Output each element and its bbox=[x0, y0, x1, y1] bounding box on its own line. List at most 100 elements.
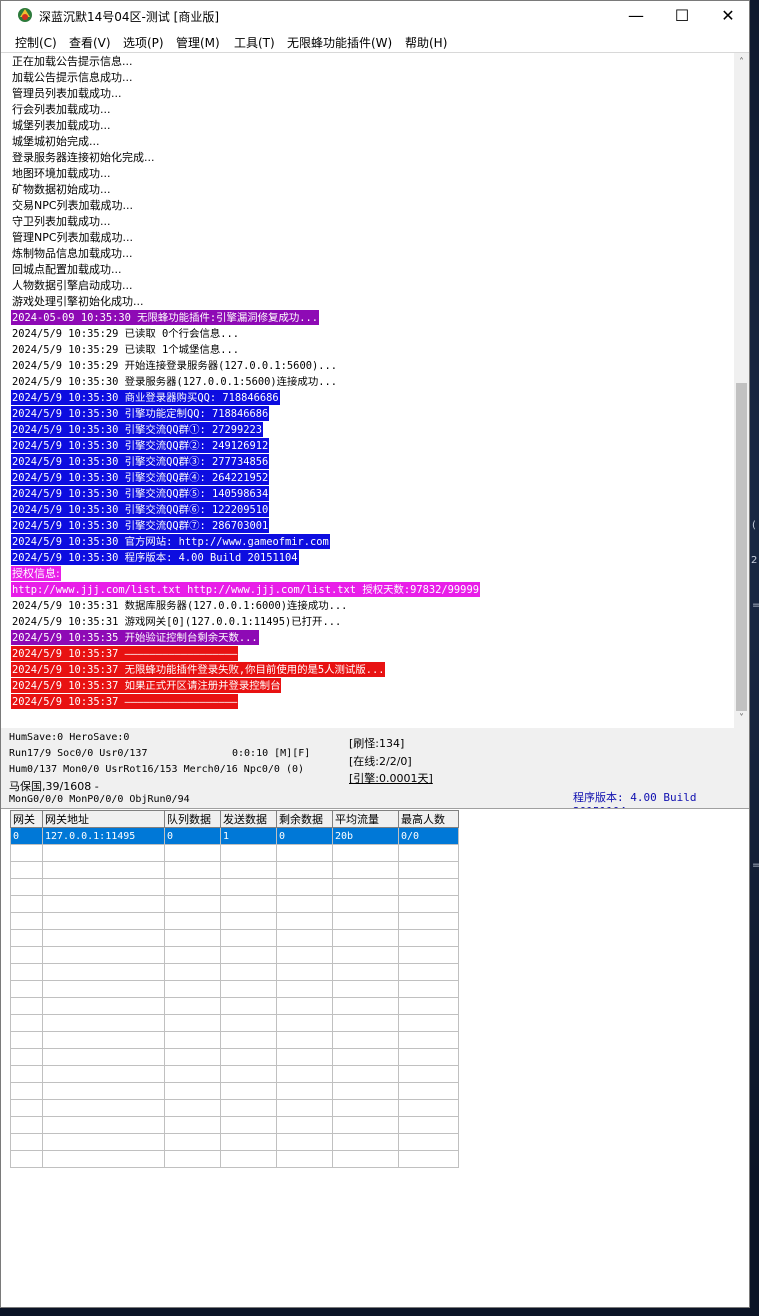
table-row[interactable] bbox=[10, 861, 459, 879]
log-line: 管理NPC列表加载成功... bbox=[12, 231, 134, 244]
table-cell bbox=[10, 844, 43, 862]
table-cell bbox=[220, 946, 277, 964]
table-row[interactable] bbox=[10, 1065, 459, 1083]
menu-control[interactable]: 控制(C) bbox=[15, 34, 57, 51]
menu-options[interactable]: 选项(P) bbox=[123, 34, 164, 51]
table-row[interactable] bbox=[10, 1150, 459, 1168]
log-line: 2024/5/9 10:35:29 已读取 0个行会信息... bbox=[12, 328, 240, 340]
table-cell bbox=[164, 1116, 221, 1134]
gateway-table-area: 网关 网关地址 队列数据 发送数据 剩余数据 平均流量 最高人数 0 127.0.0.1:11… bbox=[1, 808, 749, 1307]
menu-help[interactable]: 帮助(H) bbox=[405, 34, 447, 51]
log-line: 交易NPC列表加载成功... bbox=[12, 199, 134, 212]
table-cell bbox=[332, 997, 399, 1015]
table-row[interactable] bbox=[10, 895, 459, 913]
table-cell bbox=[220, 1014, 277, 1032]
table-row[interactable] bbox=[10, 1116, 459, 1134]
log-line: 2024-05-09 10:35:30 无限蜂功能插件:引擎漏洞修复成功... bbox=[11, 310, 319, 325]
table-cell bbox=[398, 1133, 459, 1151]
menu-view[interactable]: 查看(V) bbox=[69, 34, 111, 51]
log-line: 城堡列表加载成功... bbox=[12, 119, 111, 132]
table-cell bbox=[276, 861, 333, 879]
table-row[interactable] bbox=[10, 980, 459, 998]
table-cell bbox=[42, 895, 165, 913]
column-header[interactable]: 剩余数据 bbox=[276, 810, 333, 828]
table-row[interactable] bbox=[10, 1082, 459, 1100]
close-button[interactable]: ✕ bbox=[705, 1, 749, 31]
column-header[interactable]: 平均流量 bbox=[332, 810, 399, 828]
table-cell bbox=[42, 1031, 165, 1049]
table-cell bbox=[398, 1082, 459, 1100]
log-line: 2024/5/9 10:35:30 引擎交流QQ群③: 277734856 bbox=[11, 454, 270, 469]
log-line: 正在加载公告提示信息... bbox=[12, 55, 133, 68]
table-row[interactable] bbox=[10, 1048, 459, 1066]
table-cell bbox=[42, 1133, 165, 1151]
column-header[interactable]: 队列数据 bbox=[164, 810, 221, 828]
log-line: 地图环境加载成功... bbox=[12, 167, 111, 180]
table-cell bbox=[276, 929, 333, 947]
table-cell bbox=[42, 997, 165, 1015]
table-cell bbox=[42, 1065, 165, 1083]
table-cell bbox=[220, 912, 277, 930]
log-line: 授权信息: bbox=[11, 566, 61, 581]
table-cell bbox=[332, 1014, 399, 1032]
table-cell bbox=[398, 1031, 459, 1049]
menu-plugin[interactable]: 无限蜂功能插件(W) bbox=[287, 34, 392, 51]
table-cell bbox=[398, 912, 459, 930]
column-header[interactable]: 最高人数 bbox=[398, 810, 459, 828]
status-run: Run17/9 Soc0/0 Usr0/137 bbox=[9, 748, 148, 759]
table-row[interactable] bbox=[10, 912, 459, 930]
table-cell bbox=[332, 1082, 399, 1100]
table-cell bbox=[42, 912, 165, 930]
table-row[interactable] bbox=[10, 1133, 459, 1151]
table-cell bbox=[276, 1082, 333, 1100]
table-cell bbox=[42, 1048, 165, 1066]
table-row[interactable] bbox=[10, 1099, 459, 1117]
table-row[interactable] bbox=[10, 929, 459, 947]
log-line: 2024/5/9 10:35:30 登录服务器(127.0.0.1:5600)连… bbox=[12, 376, 337, 388]
table-cell bbox=[42, 1150, 165, 1168]
table-cell bbox=[398, 1150, 459, 1168]
status-player: 马保国,39/1608 - bbox=[9, 780, 99, 793]
scroll-down-icon[interactable]: ˅ bbox=[734, 711, 749, 726]
minimize-button[interactable]: — bbox=[613, 1, 659, 31]
table-row[interactable] bbox=[10, 1014, 459, 1032]
column-header[interactable]: 发送数据 bbox=[220, 810, 277, 828]
table-cell bbox=[164, 1048, 221, 1066]
table-cell bbox=[164, 929, 221, 947]
table-cell bbox=[332, 912, 399, 930]
log-line: 2024/5/9 10:35:31 游戏网关[0](127.0.0.1:1149… bbox=[12, 616, 342, 628]
maximize-button[interactable]: ☐ bbox=[659, 1, 705, 31]
column-header[interactable]: 网关地址 bbox=[42, 810, 165, 828]
log-scrollbar[interactable]: ˄ ˅ bbox=[734, 53, 749, 728]
table-cell: 0 bbox=[276, 827, 333, 845]
table-cell bbox=[332, 980, 399, 998]
menu-tools[interactable]: 工具(T) bbox=[234, 34, 275, 51]
table-cell bbox=[220, 1031, 277, 1049]
table-row[interactable] bbox=[10, 997, 459, 1015]
table-cell bbox=[220, 963, 277, 981]
menu-manage[interactable]: 管理(M) bbox=[176, 34, 220, 51]
table-row[interactable] bbox=[10, 963, 459, 981]
log-output[interactable]: 正在加载公告提示信息... 加载公告提示信息成功... 管理员列表加载成功... 行会… bbox=[9, 53, 734, 728]
table-row[interactable] bbox=[10, 844, 459, 862]
table-row[interactable] bbox=[10, 946, 459, 964]
column-header[interactable]: 网关 bbox=[10, 810, 43, 828]
log-line: 2024/5/9 10:35:30 引擎交流QQ群⑥: 122209510 bbox=[11, 502, 270, 517]
status-engine: [引擎:0.0001天] bbox=[349, 772, 433, 785]
table-row[interactable] bbox=[10, 1031, 459, 1049]
table-row[interactable]: 0 127.0.0.1:11495 0 1 0 20b 0/0 bbox=[10, 827, 459, 845]
table-cell bbox=[220, 861, 277, 879]
table-cell bbox=[398, 1065, 459, 1083]
table-cell bbox=[42, 946, 165, 964]
scroll-thumb[interactable] bbox=[736, 383, 747, 711]
log-line: 城堡城初始完成... bbox=[12, 135, 100, 148]
table-cell bbox=[276, 912, 333, 930]
status-mon: MonG0/0/0 MonP0/0/0 ObjRun0/94 bbox=[9, 794, 190, 805]
table-cell bbox=[332, 1065, 399, 1083]
scroll-up-icon[interactable]: ˄ bbox=[734, 55, 749, 70]
title-bar[interactable]: 深蓝沉默14号04区-测试 [商业版] — ☐ ✕ bbox=[1, 1, 749, 31]
table-row[interactable] bbox=[10, 878, 459, 896]
table-cell bbox=[42, 929, 165, 947]
table-cell bbox=[164, 1031, 221, 1049]
table-cell bbox=[42, 844, 165, 862]
